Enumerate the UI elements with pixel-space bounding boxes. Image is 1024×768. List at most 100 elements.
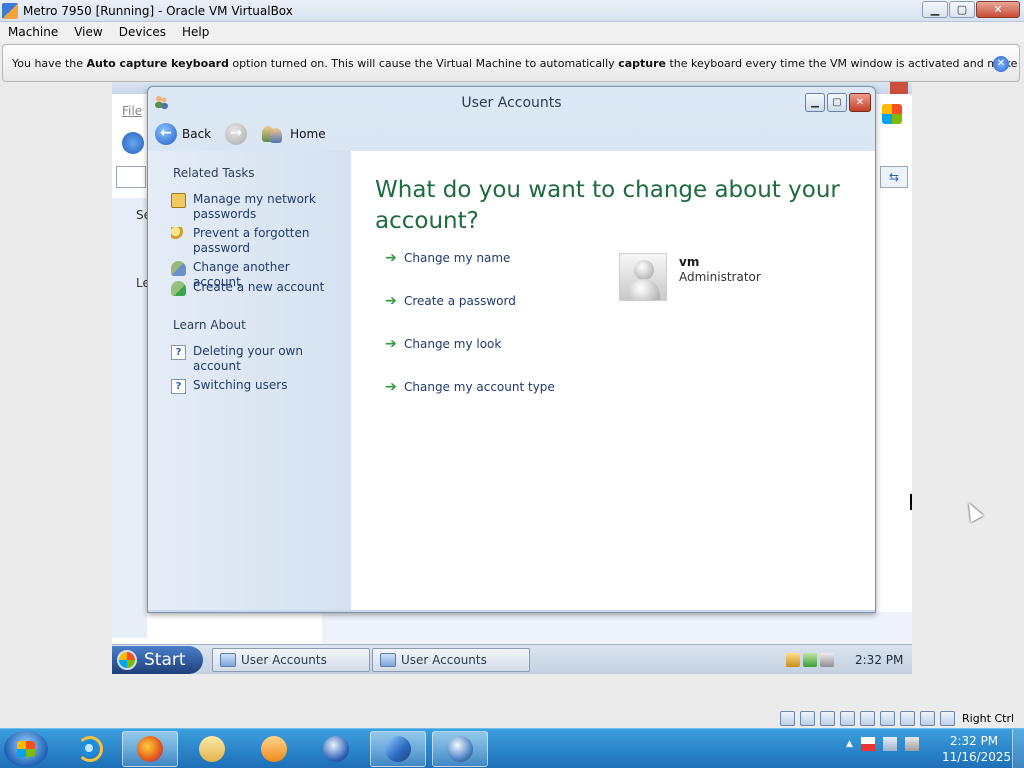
background-refresh-icon[interactable]: ⇆ bbox=[880, 166, 908, 188]
network-icon[interactable] bbox=[803, 653, 817, 667]
vm-status-bar: Right Ctrl bbox=[780, 708, 1024, 728]
host-close-button[interactable]: ✕ bbox=[976, 1, 1020, 18]
task-label: Prevent a forgotten password bbox=[193, 226, 310, 255]
option-change-name[interactable]: ➔ Change my name bbox=[385, 250, 510, 266]
tasks-pane: Related Tasks Manage my network password… bbox=[148, 151, 351, 610]
notice-text-3: the keyboard every time the VM window is… bbox=[669, 56, 1017, 70]
background-address-bar[interactable] bbox=[116, 166, 146, 188]
network-status-icon[interactable] bbox=[882, 737, 897, 751]
help-icon: ? bbox=[171, 345, 186, 360]
host-clock-date: 11/16/2025 bbox=[942, 750, 1012, 764]
folder-icon bbox=[199, 736, 225, 762]
option-label: Change my name bbox=[404, 251, 511, 265]
ua-maximize-button[interactable]: ▢ bbox=[827, 93, 847, 112]
task-manage-network-passwords[interactable]: Manage my network passwords bbox=[171, 192, 333, 222]
guest-start-button[interactable]: Start bbox=[112, 646, 203, 674]
volume-icon[interactable] bbox=[820, 653, 834, 667]
media-player-icon bbox=[261, 736, 287, 762]
pinned-explorer[interactable] bbox=[184, 731, 240, 767]
internet-explorer-icon bbox=[77, 736, 103, 762]
option-label: Create a password bbox=[404, 294, 516, 308]
pinned-firefox[interactable] bbox=[122, 731, 178, 767]
pinned-media-player[interactable] bbox=[246, 731, 302, 767]
host-maximize-button[interactable]: ▢ bbox=[949, 1, 975, 18]
windows-start-orb-icon[interactable] bbox=[4, 731, 48, 767]
background-menu-file[interactable]: File bbox=[122, 104, 142, 118]
background-close-icon[interactable] bbox=[890, 82, 908, 94]
account-name: vm bbox=[679, 255, 700, 269]
option-change-account-type[interactable]: ➔ Change my account type bbox=[385, 379, 555, 395]
home-users-icon[interactable] bbox=[261, 124, 283, 144]
ua-minimize-button[interactable]: ▁ bbox=[805, 93, 825, 112]
menu-machine[interactable]: Machine bbox=[0, 25, 66, 39]
guest-taskbar-item[interactable]: User Accounts bbox=[212, 648, 370, 672]
back-arrow-icon[interactable]: ← bbox=[155, 123, 177, 145]
guest-taskbar-item[interactable]: User Accounts bbox=[372, 648, 530, 672]
home-button[interactable]: Home bbox=[290, 127, 325, 141]
ua-close-button[interactable]: ✕ bbox=[849, 93, 871, 112]
app-sphere-icon bbox=[323, 736, 349, 762]
show-desktop-button[interactable] bbox=[1012, 729, 1024, 768]
task-create-new-account[interactable]: Create a new account bbox=[171, 280, 333, 296]
task-label: Create a new account bbox=[193, 280, 325, 294]
forward-arrow-icon[interactable]: → bbox=[225, 123, 248, 145]
optical-drive-icon[interactable] bbox=[800, 710, 815, 726]
taskbar-item-label: User Accounts bbox=[241, 653, 327, 667]
recording-icon[interactable] bbox=[900, 710, 915, 726]
pinned-virtualbox[interactable] bbox=[370, 731, 426, 767]
menu-help[interactable]: Help bbox=[174, 25, 217, 39]
volume-muted-icon[interactable] bbox=[904, 737, 919, 751]
learn-label: Deleting your own account bbox=[193, 344, 303, 373]
security-icon[interactable] bbox=[786, 653, 800, 667]
action-center-icon[interactable] bbox=[860, 737, 875, 751]
menu-devices[interactable]: Devices bbox=[111, 25, 174, 39]
learn-deleting-account[interactable]: ? Deleting your own account bbox=[171, 344, 333, 374]
hard-disk-icon[interactable] bbox=[780, 710, 795, 726]
learn-label: Switching users bbox=[193, 378, 288, 392]
pinned-app-sphere[interactable] bbox=[308, 731, 364, 767]
main-content: What do you want to change about your ac… bbox=[351, 151, 875, 610]
green-arrow-icon: ➔ bbox=[385, 250, 397, 266]
mouse-integration-icon[interactable] bbox=[920, 710, 935, 726]
virtualbox-app-icon bbox=[2, 2, 18, 19]
host-window-controls: ▁ ▢ ✕ bbox=[922, 1, 1020, 18]
network-passwords-icon bbox=[171, 193, 186, 208]
notice-close-icon[interactable]: ✕ bbox=[993, 56, 1009, 72]
show-hidden-icons[interactable]: ▲ bbox=[846, 739, 853, 749]
display-icon[interactable] bbox=[860, 710, 875, 726]
guest-taskbar: Start User Accounts User Accounts 2:32 P… bbox=[112, 644, 912, 674]
option-create-password[interactable]: ➔ Create a password bbox=[385, 293, 516, 309]
key-icon bbox=[171, 227, 186, 242]
task-prevent-forgotten-password[interactable]: Prevent a forgotten password bbox=[171, 226, 333, 256]
host-system-tray: ▲ bbox=[846, 737, 919, 751]
pinned-network-app[interactable] bbox=[432, 731, 488, 767]
learn-switching-users[interactable]: ? Switching users bbox=[171, 378, 333, 394]
guest-clock[interactable]: 2:32 PM bbox=[855, 653, 903, 667]
help-icon: ? bbox=[171, 379, 186, 394]
usb-icon[interactable] bbox=[820, 710, 835, 726]
user-accounts-window: User Accounts ▁ ▢ ✕ ← Back → Home Relate… bbox=[147, 86, 876, 613]
pinned-internet-explorer[interactable] bbox=[62, 731, 118, 767]
notice-text-1: You have the bbox=[12, 56, 87, 70]
green-arrow-icon: ➔ bbox=[385, 293, 397, 309]
host-key-icon[interactable] bbox=[940, 710, 955, 726]
host-title-bar: Metro 7950 [Running] - Oracle VM Virtual… bbox=[0, 0, 1024, 22]
user-accounts-titlebar: User Accounts ▁ ▢ ✕ bbox=[148, 87, 875, 117]
menu-view[interactable]: View bbox=[66, 25, 110, 39]
mouse-pointer-icon bbox=[962, 499, 984, 523]
host-minimize-button[interactable]: ▁ bbox=[922, 1, 948, 18]
network-adapter-icon[interactable] bbox=[880, 710, 895, 726]
back-button[interactable]: Back bbox=[182, 127, 211, 141]
learn-about-title: Learn About bbox=[173, 318, 246, 332]
background-left-pane: Se Le bbox=[112, 198, 151, 638]
related-tasks-title: Related Tasks bbox=[173, 166, 255, 180]
option-change-look[interactable]: ➔ Change my look bbox=[385, 336, 501, 352]
account-role: Administrator bbox=[679, 270, 761, 284]
new-user-icon bbox=[171, 281, 186, 296]
host-clock[interactable]: 2:32 PM 11/16/2025 bbox=[942, 733, 1012, 765]
shared-folders-icon[interactable] bbox=[840, 710, 855, 726]
background-back-icon[interactable] bbox=[122, 132, 144, 154]
task-label: Manage my network passwords bbox=[193, 192, 316, 221]
auto-capture-notice: You have the Auto capture keyboard optio… bbox=[2, 44, 1020, 82]
virtualbox-icon bbox=[385, 736, 411, 762]
